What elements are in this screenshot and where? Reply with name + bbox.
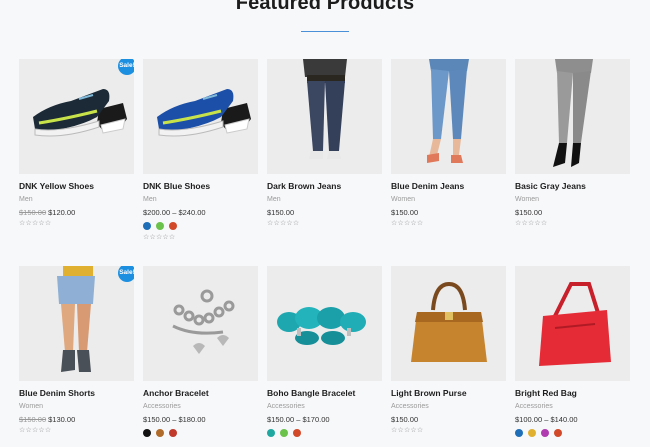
color-swatch[interactable] bbox=[554, 429, 562, 437]
product-image[interactable] bbox=[267, 59, 382, 174]
color-swatches bbox=[143, 222, 258, 231]
product-category[interactable]: Women bbox=[391, 196, 506, 203]
product-name[interactable]: DNK Yellow Shoes bbox=[19, 181, 134, 191]
product-card[interactable]: Sale! DNK Yellow Shoes Men $150.00 $120.0… bbox=[19, 59, 134, 227]
color-swatch[interactable] bbox=[143, 429, 151, 437]
product-category[interactable]: Men bbox=[143, 196, 258, 203]
product-price: $150.00 bbox=[515, 208, 543, 217]
product-category[interactable]: Men bbox=[267, 196, 382, 203]
color-swatch[interactable] bbox=[515, 429, 523, 437]
product-card[interactable]: Blue Denim Jeans Women $150.00 ☆☆☆☆☆ bbox=[391, 59, 506, 227]
product-price: $150.00 – $180.00 bbox=[143, 415, 206, 424]
product-name[interactable]: Basic Gray Jeans bbox=[515, 181, 630, 191]
product-card[interactable]: Bright Red Bag Accessories $100.00 – $14… bbox=[515, 266, 630, 440]
color-swatch[interactable] bbox=[143, 222, 151, 230]
color-swatch[interactable] bbox=[280, 429, 288, 437]
rating-stars: ☆☆☆☆☆ bbox=[19, 220, 52, 227]
product-price: $150.00 – $170.00 bbox=[267, 415, 330, 424]
old-price: $150.00 bbox=[19, 415, 47, 424]
product-category[interactable]: Accessories bbox=[391, 403, 506, 410]
product-name[interactable]: DNK Blue Shoes bbox=[143, 181, 258, 191]
product-card[interactable]: Dark Brown Jeans Men $150.00 ☆☆☆☆☆ bbox=[267, 59, 382, 227]
product-price: $150.00 $130.00 bbox=[19, 415, 134, 424]
product-name[interactable]: Boho Bangle Bracelet bbox=[267, 388, 382, 398]
rating-stars: ☆☆☆☆☆ bbox=[515, 220, 548, 227]
color-swatch[interactable] bbox=[169, 429, 177, 437]
product-name[interactable]: Blue Denim Shorts bbox=[19, 388, 134, 398]
product-category[interactable]: Accessories bbox=[143, 403, 258, 410]
product-image[interactable]: Sale! bbox=[19, 59, 134, 174]
product-name[interactable]: Light Brown Purse bbox=[391, 388, 506, 398]
product-price: $150.00 bbox=[267, 208, 295, 217]
product-price: $100.00 – $140.00 bbox=[515, 415, 578, 424]
product-name[interactable]: Dark Brown Jeans bbox=[267, 181, 382, 191]
product-category[interactable]: Accessories bbox=[267, 403, 382, 410]
product-image[interactable] bbox=[143, 59, 258, 174]
color-swatch[interactable] bbox=[267, 429, 275, 437]
product-price: $150.00 bbox=[391, 415, 419, 424]
product-price: $150.00 $120.00 bbox=[19, 208, 134, 217]
color-swatch[interactable] bbox=[528, 429, 536, 437]
product-card[interactable]: Basic Gray Jeans Women $150.00 ☆☆☆☆☆ bbox=[515, 59, 630, 227]
section-title: Featured Products bbox=[235, 0, 415, 14]
product-image[interactable] bbox=[391, 59, 506, 174]
color-swatches bbox=[267, 429, 382, 438]
product-card[interactable]: DNK Blue Shoes Men $200.00 – $240.00 ☆☆☆… bbox=[143, 59, 258, 241]
product-category[interactable]: Women bbox=[515, 196, 630, 203]
product-category[interactable]: Accessories bbox=[515, 403, 630, 410]
old-price: $150.00 bbox=[19, 208, 47, 217]
product-name[interactable]: Anchor Bracelet bbox=[143, 388, 258, 398]
rating-stars: ☆☆☆☆☆ bbox=[391, 220, 424, 227]
product-image[interactable] bbox=[515, 59, 630, 174]
rating-stars: ☆☆☆☆☆ bbox=[143, 234, 176, 241]
product-card[interactable]: Light Brown Purse Accessories $150.00 ☆☆… bbox=[391, 266, 506, 434]
product-image[interactable]: Sale! bbox=[19, 266, 134, 381]
product-price: $200.00 – $240.00 bbox=[143, 208, 206, 217]
product-image[interactable] bbox=[267, 266, 382, 381]
title-underline bbox=[301, 31, 349, 32]
current-price: $130.00 bbox=[48, 415, 76, 424]
product-name[interactable]: Bright Red Bag bbox=[515, 388, 630, 398]
color-swatches bbox=[143, 429, 258, 438]
color-swatch[interactable] bbox=[169, 222, 177, 230]
rating-stars: ☆☆☆☆☆ bbox=[267, 220, 300, 227]
product-price: $150.00 bbox=[391, 208, 419, 217]
sale-badge: Sale! bbox=[118, 266, 134, 282]
product-card[interactable]: Anchor Bracelet Accessories $150.00 – $1… bbox=[143, 266, 258, 440]
color-swatch[interactable] bbox=[293, 429, 301, 437]
product-card[interactable]: Boho Bangle Bracelet Accessories $150.00… bbox=[267, 266, 382, 440]
product-card[interactable]: Sale! Blue Denim Shorts Women $150.00 $13… bbox=[19, 266, 134, 434]
product-image[interactable] bbox=[515, 266, 630, 381]
color-swatch[interactable] bbox=[156, 222, 164, 230]
color-swatches bbox=[515, 429, 630, 438]
sale-badge: Sale! bbox=[118, 59, 134, 75]
product-category[interactable]: Men bbox=[19, 196, 134, 203]
color-swatch[interactable] bbox=[156, 429, 164, 437]
current-price: $120.00 bbox=[48, 208, 76, 217]
product-image[interactable] bbox=[143, 266, 258, 381]
color-swatch[interactable] bbox=[541, 429, 549, 437]
product-name[interactable]: Blue Denim Jeans bbox=[391, 181, 506, 191]
product-image[interactable] bbox=[391, 266, 506, 381]
product-category[interactable]: Women bbox=[19, 403, 134, 410]
